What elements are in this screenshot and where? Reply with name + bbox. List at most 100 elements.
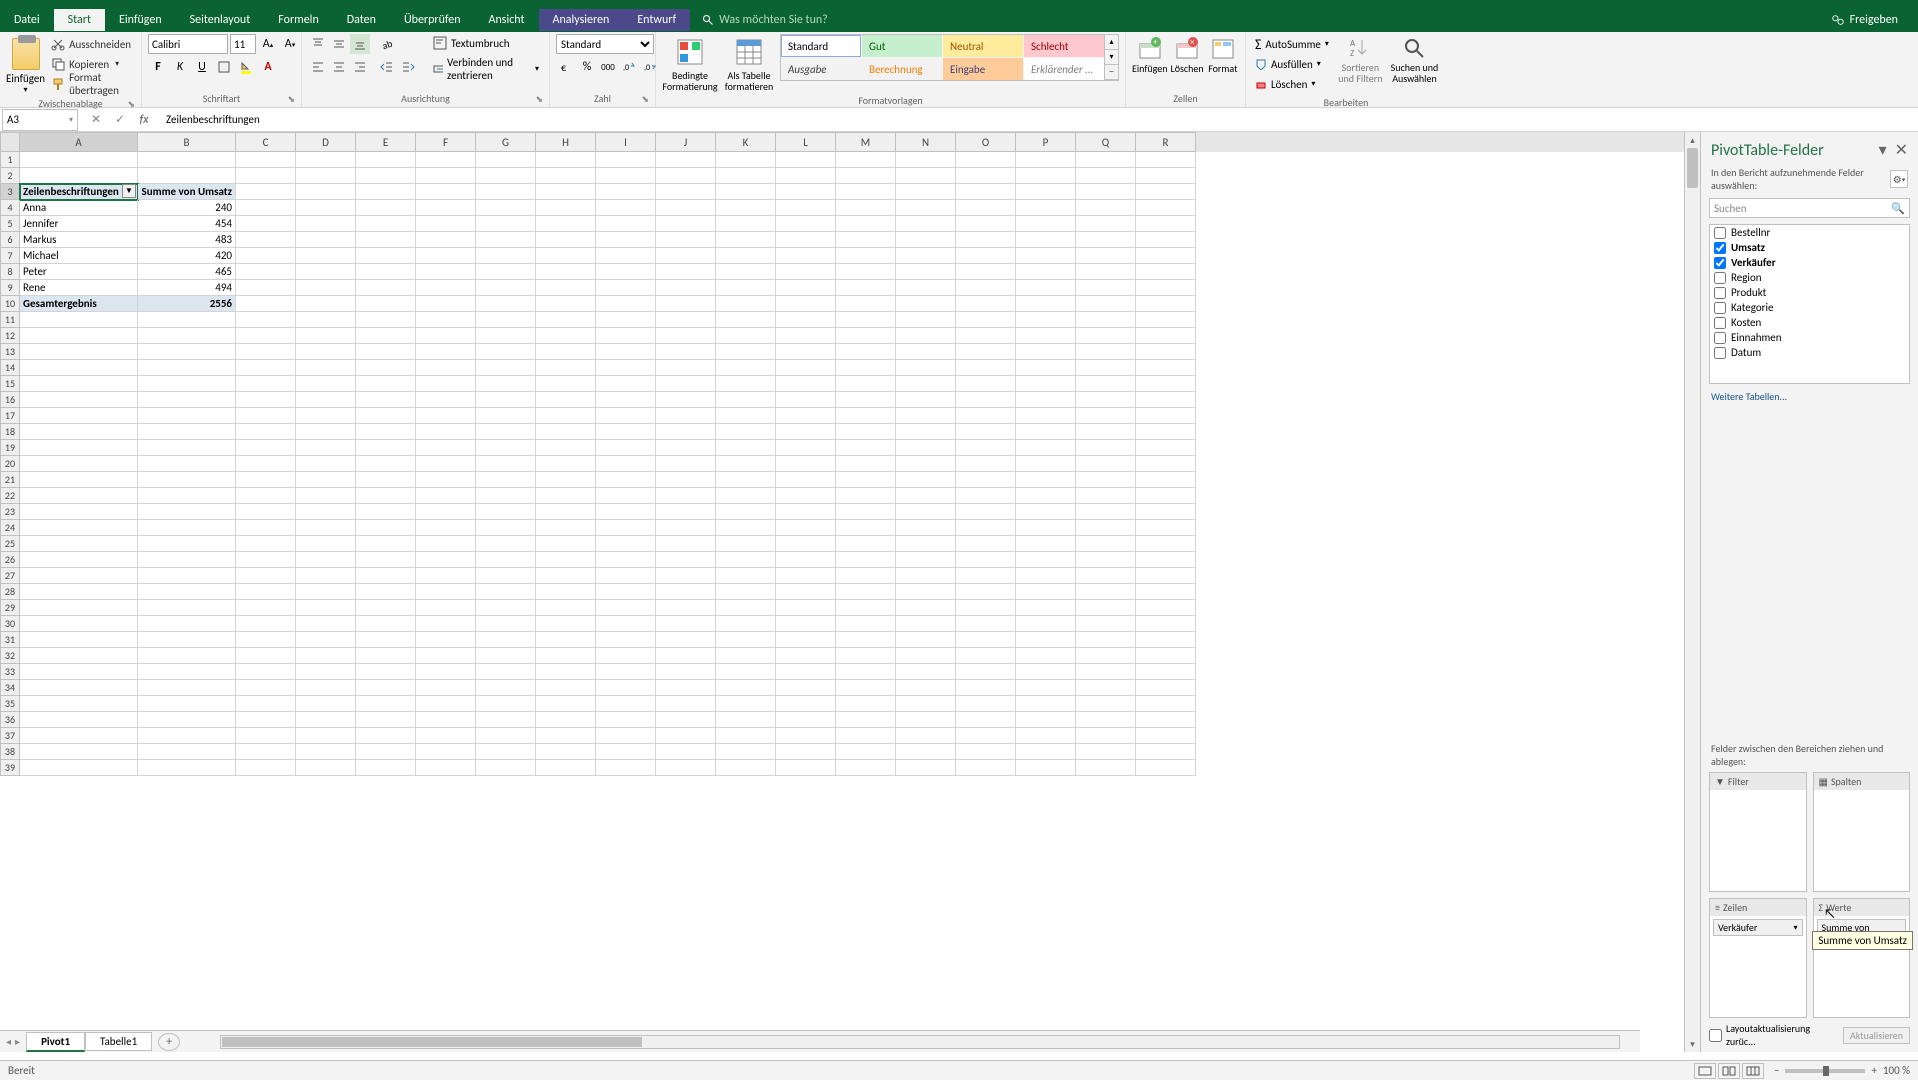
cell-K21[interactable] — [716, 472, 776, 488]
cell-C12[interactable] — [236, 328, 296, 344]
row-header-2[interactable]: 2 — [0, 168, 20, 184]
cell-I16[interactable] — [596, 392, 656, 408]
cell-O2[interactable] — [956, 168, 1016, 184]
cell-L9[interactable] — [776, 280, 836, 296]
cell-P2[interactable] — [1016, 168, 1076, 184]
cell-R35[interactable] — [1136, 696, 1196, 712]
cell-B15[interactable] — [138, 376, 236, 392]
cell-M11[interactable] — [836, 312, 896, 328]
row-header-14[interactable]: 14 — [0, 360, 20, 376]
cell-E9[interactable] — [356, 280, 416, 296]
cut-button[interactable]: Ausschneiden — [48, 34, 135, 54]
cell-O10[interactable] — [956, 296, 1016, 312]
column-header-N[interactable]: N — [896, 132, 956, 152]
cell-A29[interactable] — [20, 600, 138, 616]
pivot-values-area[interactable]: ΣWerteSumme von Ums...▾ — [1813, 898, 1911, 1018]
pivot-pane-menu-button[interactable]: ▾ — [1879, 140, 1887, 160]
cell-N1[interactable] — [896, 152, 956, 168]
cell-Q18[interactable] — [1076, 424, 1136, 440]
cell-O28[interactable] — [956, 584, 1016, 600]
cell-I26[interactable] — [596, 552, 656, 568]
cell-O39[interactable] — [956, 760, 1016, 776]
cell-K26[interactable] — [716, 552, 776, 568]
row-header-29[interactable]: 29 — [0, 600, 20, 616]
cell-R38[interactable] — [1136, 744, 1196, 760]
cell-G22[interactable] — [476, 488, 536, 504]
cell-D17[interactable] — [296, 408, 356, 424]
cell-L28[interactable] — [776, 584, 836, 600]
format-painter-button[interactable]: Format übertragen — [48, 74, 135, 94]
cell-A14[interactable] — [20, 360, 138, 376]
cell-B34[interactable] — [138, 680, 236, 696]
cell-F7[interactable] — [416, 248, 476, 264]
cell-B24[interactable] — [138, 520, 236, 536]
cell-A5[interactable]: Jennifer — [20, 216, 138, 232]
cell-L8[interactable] — [776, 264, 836, 280]
cell-Q31[interactable] — [1076, 632, 1136, 648]
cell-Q2[interactable] — [1076, 168, 1136, 184]
wrap-text-button[interactable]: Textumbruch — [429, 34, 543, 52]
cell-M12[interactable] — [836, 328, 896, 344]
cell-P3[interactable] — [1016, 184, 1076, 200]
cell-N14[interactable] — [896, 360, 956, 376]
cell-E27[interactable] — [356, 568, 416, 584]
cell-C24[interactable] — [236, 520, 296, 536]
row-header-1[interactable]: 1 — [0, 152, 20, 168]
cell-A6[interactable]: Markus — [20, 232, 138, 248]
cell-J6[interactable] — [656, 232, 716, 248]
cell-C9[interactable] — [236, 280, 296, 296]
cell-I28[interactable] — [596, 584, 656, 600]
cell-Q30[interactable] — [1076, 616, 1136, 632]
cell-N4[interactable] — [896, 200, 956, 216]
cell-O11[interactable] — [956, 312, 1016, 328]
cell-P30[interactable] — [1016, 616, 1076, 632]
cell-Q29[interactable] — [1076, 600, 1136, 616]
formula-input[interactable] — [160, 109, 1918, 131]
cell-K27[interactable] — [716, 568, 776, 584]
field-einnahmen[interactable]: Einnahmen — [1710, 330, 1909, 345]
cell-D39[interactable] — [296, 760, 356, 776]
cell-N19[interactable] — [896, 440, 956, 456]
cell-R1[interactable] — [1136, 152, 1196, 168]
cell-M33[interactable] — [836, 664, 896, 680]
cell-J17[interactable] — [656, 408, 716, 424]
cell-K22[interactable] — [716, 488, 776, 504]
cell-H19[interactable] — [536, 440, 596, 456]
cell-O5[interactable] — [956, 216, 1016, 232]
cell-M20[interactable] — [836, 456, 896, 472]
cell-B10[interactable]: 2556 — [138, 296, 236, 312]
cell-A32[interactable] — [20, 648, 138, 664]
cell-B33[interactable] — [138, 664, 236, 680]
pivot-row-filter-button[interactable]: ▼ — [122, 184, 136, 198]
cell-E15[interactable] — [356, 376, 416, 392]
cell-B4[interactable]: 240 — [138, 200, 236, 216]
cell-C13[interactable] — [236, 344, 296, 360]
row-header-10[interactable]: 10 — [0, 296, 20, 312]
cell-Q10[interactable] — [1076, 296, 1136, 312]
cell-M4[interactable] — [836, 200, 896, 216]
cell-R27[interactable] — [1136, 568, 1196, 584]
cell-C27[interactable] — [236, 568, 296, 584]
row-header-28[interactable]: 28 — [0, 584, 20, 600]
cell-G20[interactable] — [476, 456, 536, 472]
cell-P31[interactable] — [1016, 632, 1076, 648]
cell-P21[interactable] — [1016, 472, 1076, 488]
cell-R10[interactable] — [1136, 296, 1196, 312]
cell-C26[interactable] — [236, 552, 296, 568]
cell-I4[interactable] — [596, 200, 656, 216]
zoom-out-button[interactable]: − — [1774, 1064, 1779, 1077]
cell-A25[interactable] — [20, 536, 138, 552]
row-header-9[interactable]: 9 — [0, 280, 20, 296]
cell-N13[interactable] — [896, 344, 956, 360]
cell-C8[interactable] — [236, 264, 296, 280]
cell-M8[interactable] — [836, 264, 896, 280]
cell-O20[interactable] — [956, 456, 1016, 472]
cell-O13[interactable] — [956, 344, 1016, 360]
cell-K37[interactable] — [716, 728, 776, 744]
cell-Q5[interactable] — [1076, 216, 1136, 232]
cell-P33[interactable] — [1016, 664, 1076, 680]
cell-A24[interactable] — [20, 520, 138, 536]
cell-C7[interactable] — [236, 248, 296, 264]
cell-P11[interactable] — [1016, 312, 1076, 328]
cell-J10[interactable] — [656, 296, 716, 312]
